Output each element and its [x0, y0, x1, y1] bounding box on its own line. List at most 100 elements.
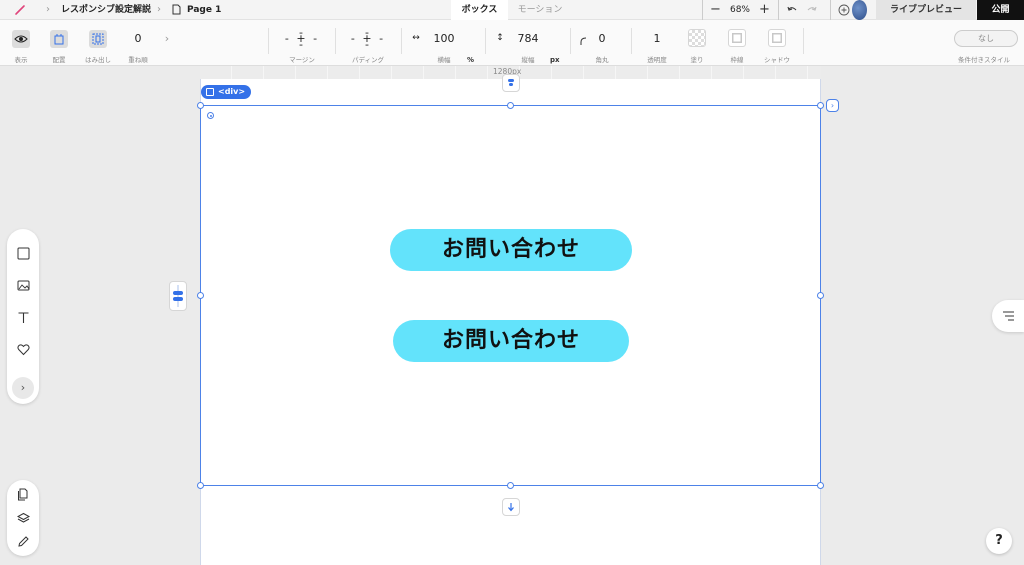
anchor-point-icon[interactable] [207, 112, 214, 119]
layers-icon[interactable] [15, 510, 31, 526]
divider [570, 28, 571, 54]
padding-grid-icon: -- + -- [350, 26, 386, 51]
overflow-caption: はみ出し [85, 56, 111, 64]
radius-caption: 角丸 [595, 56, 609, 64]
height-tool[interactable]: 784 縦幅 [512, 20, 544, 66]
layout-icon [50, 30, 68, 48]
resize-handle-bottom-right[interactable] [817, 482, 824, 489]
bottom-palette [7, 480, 39, 556]
property-toolbar: 表示 配置 はみ出し 0 重ね順 › -- + -- マージン -- + -- … [0, 20, 1024, 66]
arrow-down-icon[interactable] [502, 498, 520, 516]
margin-tool[interactable]: -- + -- マージン [282, 20, 322, 66]
selected-div-outline[interactable] [200, 105, 821, 486]
zoom-in-button[interactable]: + [759, 0, 770, 20]
divider [401, 28, 402, 54]
undo-icon[interactable] [786, 0, 798, 20]
page-icon [172, 0, 181, 20]
height-value[interactable]: 784 [518, 32, 539, 45]
divider [485, 28, 486, 54]
top-bar: › レスポンシブ設定解説 › Page 1 ボックス モーション − 68% +… [0, 0, 1024, 20]
corner-radius-icon [578, 20, 590, 66]
radius-value[interactable]: 0 [599, 32, 606, 45]
resize-handle-right[interactable] [817, 292, 824, 299]
pencil-icon[interactable] [15, 533, 31, 549]
selection-tag-label: <div> [218, 87, 246, 96]
border-swatch [728, 29, 746, 47]
border-tool[interactable]: 枠線 [724, 20, 750, 66]
tab-box[interactable]: ボックス [451, 0, 508, 20]
resize-handle-bottom[interactable] [507, 482, 514, 489]
selection-tag[interactable]: <div> [201, 85, 252, 99]
divider [778, 0, 779, 20]
breadcrumb-page[interactable]: Page 1 [187, 0, 221, 20]
height-unit[interactable]: px [550, 56, 560, 64]
zindex-caption: 重ね順 [128, 56, 148, 64]
redo-icon[interactable] [806, 0, 818, 20]
fill-tool[interactable]: 塗り [684, 20, 710, 66]
section-drag-handle-top[interactable] [502, 74, 520, 92]
zindex-tool[interactable]: 0 重ね順 [124, 20, 152, 66]
resize-handle-top-left[interactable] [197, 102, 204, 109]
display-tool[interactable]: 表示 [8, 20, 34, 66]
height-caption: 縦幅 [521, 56, 535, 64]
padding-tool[interactable]: -- + -- パディング [348, 20, 388, 66]
resize-handle-left[interactable] [197, 292, 204, 299]
height-icon: ↕ [496, 33, 504, 43]
zindex-value[interactable]: 0 [135, 32, 142, 45]
divider [268, 28, 269, 54]
conditional-style-caption: 条件付きスタイル [958, 56, 1010, 64]
divider [335, 28, 336, 54]
margin-grid-icon: -- + -- [284, 26, 320, 51]
border-caption: 枠線 [730, 56, 744, 64]
toolbar-more-icon[interactable]: › [162, 20, 172, 66]
contact-button[interactable]: お問い合わせ [390, 229, 632, 271]
overflow-icon [89, 30, 107, 48]
outline-panel-icon[interactable] [992, 300, 1024, 332]
chevron-right-icon[interactable]: › [826, 99, 839, 112]
add-collaborator-icon[interactable] [838, 0, 850, 20]
live-preview-button[interactable]: ライブプレビュー [876, 0, 976, 20]
insert-palette: › [7, 229, 39, 404]
breadcrumb-project[interactable]: レスポンシブ設定解説 [61, 0, 151, 20]
layout-tool[interactable]: 配置 [46, 20, 72, 66]
overflow-tool[interactable]: はみ出し [84, 20, 112, 66]
pen-logo-icon[interactable] [14, 0, 28, 20]
zoom-level[interactable]: 68% [728, 0, 752, 20]
resize-handle-bottom-left[interactable] [197, 482, 204, 489]
width-tool[interactable]: 100 横幅 [428, 20, 460, 66]
image-icon[interactable] [15, 277, 31, 293]
opacity-tool[interactable]: 1 透明度 [642, 20, 672, 66]
box-icon[interactable] [15, 245, 31, 261]
display-caption: 表示 [14, 56, 28, 64]
radius-tool[interactable]: 0 角丸 [592, 20, 612, 66]
box-icon [206, 88, 214, 96]
publish-button[interactable]: 公開 [977, 0, 1024, 20]
zoom-out-button[interactable]: − [710, 0, 721, 20]
shadow-tool[interactable]: シャドウ [764, 20, 790, 66]
padding-caption: パディング [351, 56, 385, 64]
eye-icon [12, 30, 30, 48]
text-icon[interactable] [15, 309, 31, 325]
width-unit[interactable]: % [467, 56, 474, 64]
width-icon: ↔ [412, 33, 420, 43]
fill-caption: 塗り [690, 56, 704, 64]
pages-icon[interactable] [15, 486, 31, 502]
opacity-caption: 透明度 [647, 56, 667, 64]
divider [631, 28, 632, 54]
fill-swatch [688, 29, 706, 47]
flex-direction-handle[interactable] [169, 281, 187, 311]
divider [803, 28, 804, 54]
divider [702, 0, 703, 20]
heart-icon[interactable] [15, 341, 31, 357]
shadow-caption: シャドウ [764, 56, 790, 64]
chevron-right-icon[interactable]: › [12, 377, 34, 399]
width-value[interactable]: 100 [434, 32, 455, 45]
resize-handle-top-right[interactable] [817, 102, 824, 109]
contact-button[interactable]: お問い合わせ [393, 320, 629, 362]
tab-motion[interactable]: モーション [508, 0, 572, 20]
opacity-value[interactable]: 1 [654, 32, 661, 45]
avatar[interactable] [852, 0, 867, 20]
conditional-style-select[interactable]: なし [954, 30, 1018, 47]
resize-handle-top[interactable] [507, 102, 514, 109]
help-button[interactable]: ? [986, 528, 1012, 554]
